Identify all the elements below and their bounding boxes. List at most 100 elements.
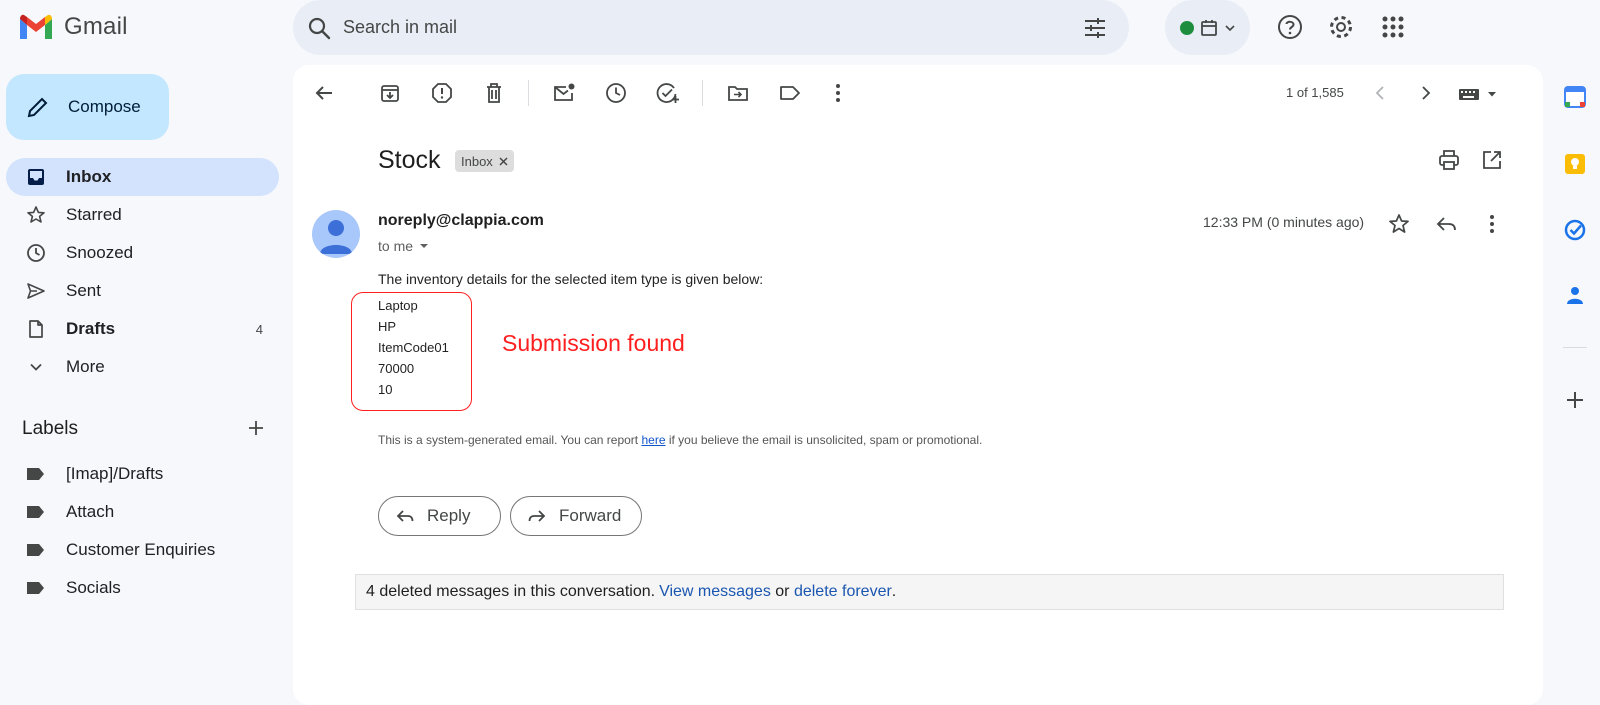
label-tag-icon [26,542,46,558]
label-item-imap-drafts[interactable]: [Imap]/Drafts [6,455,279,493]
help-icon[interactable] [1277,14,1303,40]
back-arrow-icon[interactable] [312,81,336,105]
add-to-tasks-icon[interactable] [656,81,680,105]
report-spam-icon[interactable] [430,81,454,105]
calendar-status-icon [1200,19,1218,37]
item-line: HP [378,319,397,334]
toolbar-divider [702,80,703,106]
pagination-text: 1 of 1,585 [1286,85,1344,100]
deleted-notice-text: 4 deleted messages in this conversation. [366,583,656,600]
status-dot-icon [1179,20,1194,35]
sender-email[interactable]: noreply@clappia.com [378,212,544,230]
annotation-text: Submission found [502,330,685,356]
archive-icon[interactable] [378,81,402,105]
remove-label-close-icon[interactable] [499,156,508,166]
mark-unread-icon[interactable] [552,81,576,105]
chevron-left-icon[interactable] [1368,81,1392,105]
forward-label: Forward [559,506,622,525]
label-tag-icon [26,466,46,482]
google-keep-icon[interactable] [1564,153,1586,175]
search-icon[interactable] [307,16,331,40]
label-item-text: Customer Enquiries [66,540,216,559]
snooze-clock-icon[interactable] [604,81,628,105]
star-icon [26,205,46,225]
inbox-label-chip[interactable]: Inbox [455,150,514,172]
open-new-window-icon[interactable] [1481,149,1503,171]
sidebar-item-label: Starred [66,205,122,224]
deleted-notice-end: . [891,583,897,600]
label-item-attach[interactable]: Attach [6,493,279,531]
sidebar-item-label: Snoozed [66,243,134,262]
add-label-plus-icon[interactable] [246,418,266,438]
toolbar-divider [528,80,529,106]
sidebar-item-label: Sent [66,281,101,300]
search-input[interactable]: Search in mail [343,17,457,38]
label-item-customer-enquiries[interactable]: Customer Enquiries [6,531,279,569]
recipient-details[interactable]: to me [378,238,429,254]
item-line: Laptop [378,298,418,313]
label-tag-icon [26,580,46,596]
email-body-intro: The inventory details for the selected i… [378,271,764,287]
sidebar-item-sent[interactable]: Sent [6,272,279,310]
delete-forever-link[interactable]: delete forever [794,583,892,601]
settings-gear-icon[interactable] [1328,14,1354,40]
recipient-text: to me [378,238,414,254]
rail-divider [1563,347,1587,348]
gmail-logo[interactable]: Gmail [18,12,128,42]
input-tools-keyboard-icon[interactable] [1458,86,1500,102]
google-tasks-icon[interactable] [1564,219,1586,241]
chevron-down-icon [26,357,46,377]
sender-avatar[interactable] [312,210,360,258]
label-item-socials[interactable]: Socials [6,569,279,607]
compose-button[interactable]: Compose [6,74,169,140]
label-item-text: Socials [66,578,121,597]
clock-icon [26,243,46,263]
label-tag-icon [26,504,46,520]
search-bar[interactable]: Search in mail [293,0,1129,55]
search-options-icon[interactable] [1083,16,1107,40]
message-more-vert-icon[interactable] [1488,213,1496,235]
add-addon-plus-icon[interactable] [1565,390,1585,410]
forward-button[interactable]: Forward [510,496,642,536]
draft-icon [26,319,46,339]
sidebar-item-label: Inbox [66,167,112,186]
sidebar-item-inbox[interactable]: Inbox [6,158,279,196]
print-icon[interactable] [1438,149,1460,171]
reply-button[interactable]: Reply [378,496,501,536]
move-to-folder-icon[interactable] [726,81,750,105]
delete-trash-icon[interactable] [482,81,506,105]
compose-label: Compose [68,97,141,116]
forward-arrow-icon [527,506,547,526]
google-contacts-icon[interactable] [1564,284,1586,306]
chip-label: Inbox [461,153,493,169]
star-icon[interactable] [1388,213,1410,235]
label-icon[interactable] [778,81,802,105]
caret-down-icon [419,242,429,250]
sidebar-item-drafts[interactable]: Drafts 4 [6,310,279,348]
app-name: Gmail [64,13,128,40]
chevron-down-icon [1224,22,1236,34]
deleted-messages-notice: 4 deleted messages in this conversation.… [355,574,1504,610]
google-calendar-icon[interactable] [1564,86,1586,108]
chevron-right-icon[interactable] [1414,81,1438,105]
reply-label: Reply [427,506,471,525]
sidebar-item-snoozed[interactable]: Snoozed [6,234,279,272]
pencil-icon [26,95,50,119]
report-here-link[interactable]: here [641,433,665,447]
sidebar-item-starred[interactable]: Starred [6,196,279,234]
item-line: 10 [378,382,393,397]
more-vert-icon[interactable] [826,81,850,105]
system-note-text: if you believe the email is unsolicited,… [665,433,983,447]
gmail-m-icon [18,13,54,41]
labels-heading: Labels [22,418,78,439]
reply-arrow-icon[interactable] [1435,213,1457,235]
status-indicator[interactable] [1165,0,1250,55]
sidebar-item-label: Drafts [66,319,116,338]
sidebar-item-label: More [66,357,105,376]
apps-grid-icon[interactable] [1382,16,1404,38]
send-icon [26,281,46,301]
sidebar-item-more[interactable]: More [6,348,279,386]
view-messages-link[interactable]: View messages [659,583,771,601]
inbox-icon [26,167,46,187]
item-line: ItemCode01 [378,340,449,355]
